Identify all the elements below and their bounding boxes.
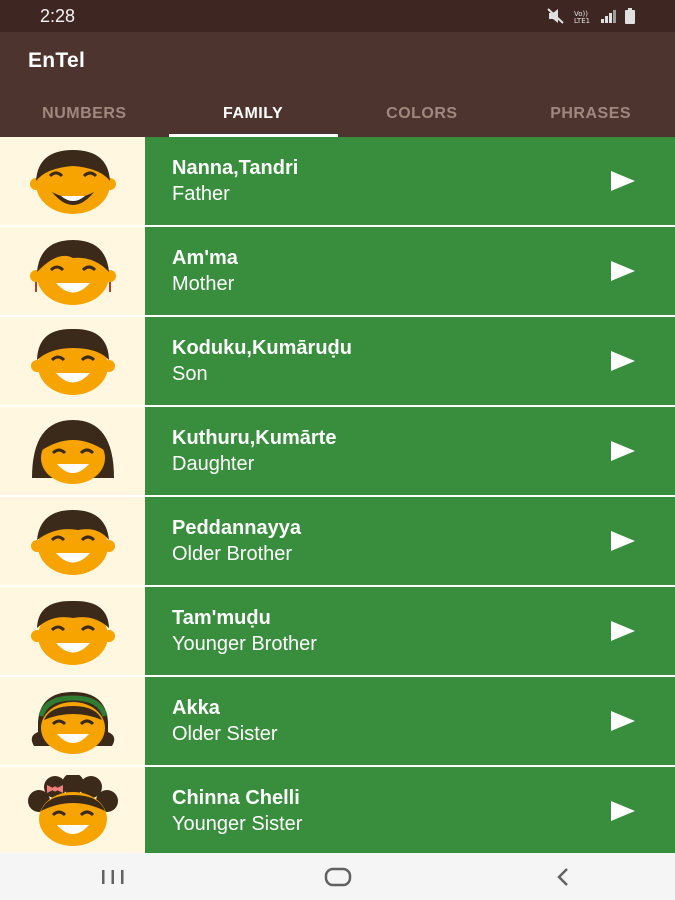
play-icon[interactable] bbox=[611, 531, 635, 551]
telugu-word: Tam'muḍu bbox=[172, 607, 271, 629]
tab-bar: NUMBERS FAMILY COLORS PHRASES bbox=[0, 90, 675, 137]
list-item[interactable]: Peddannayya Older Brother bbox=[0, 497, 675, 585]
row-image bbox=[0, 767, 145, 855]
row-image bbox=[0, 677, 145, 765]
tab-numbers[interactable]: NUMBERS bbox=[0, 90, 169, 137]
list-item[interactable]: Nanna,Tandri Father bbox=[0, 137, 675, 225]
row-image bbox=[0, 407, 145, 495]
english-translation: Son bbox=[172, 363, 208, 385]
telugu-word: Chinna Chelli bbox=[172, 787, 300, 809]
recent-apps-icon bbox=[101, 869, 123, 884]
row-image bbox=[0, 587, 145, 675]
telugu-word: Akka bbox=[172, 697, 220, 719]
row-image bbox=[0, 317, 145, 405]
telugu-word: Nanna,Tandri bbox=[172, 157, 299, 179]
app-bar: EnTel bbox=[0, 32, 675, 90]
row-text: Nanna,Tandri Father bbox=[145, 137, 675, 225]
app-title: EnTel bbox=[28, 49, 86, 72]
status-icons: Vo)) LTE1 bbox=[547, 8, 635, 24]
volte-icon: Vo)) LTE1 bbox=[574, 10, 590, 24]
row-text: Koduku,Kumāruḍu Son bbox=[145, 317, 675, 405]
row-image bbox=[0, 227, 145, 315]
list-item[interactable]: Kuthuru,Kumārte Daughter bbox=[0, 407, 675, 495]
list-item[interactable]: Tam'muḍu Younger Brother bbox=[0, 587, 675, 675]
status-time: 2:28 bbox=[40, 5, 76, 26]
daughter-icon bbox=[31, 420, 114, 484]
mother-icon bbox=[29, 240, 116, 305]
telugu-word: Peddannayya bbox=[172, 517, 301, 539]
row-text: Am'ma Mother bbox=[145, 227, 675, 315]
telugu-word: Am'ma bbox=[172, 247, 238, 269]
row-image bbox=[0, 137, 145, 225]
older-brother-icon bbox=[30, 510, 115, 575]
english-translation: Older Sister bbox=[172, 723, 278, 745]
tab-family[interactable]: FAMILY bbox=[168, 90, 338, 137]
english-translation: Younger Sister bbox=[172, 813, 303, 835]
younger-sister-icon bbox=[27, 775, 118, 846]
play-icon[interactable] bbox=[611, 801, 635, 821]
list-item[interactable]: Chinna Chelli Younger Sister bbox=[0, 767, 675, 855]
row-text: Kuthuru,Kumārte Daughter bbox=[145, 407, 675, 495]
father-icon bbox=[29, 150, 116, 214]
son-icon bbox=[30, 328, 115, 395]
row-text: Akka Older Sister bbox=[145, 677, 675, 765]
tab-phrases[interactable]: PHRASES bbox=[506, 90, 675, 137]
recent-apps-button[interactable] bbox=[0, 853, 225, 900]
english-translation: Mother bbox=[172, 273, 235, 295]
play-icon[interactable] bbox=[611, 711, 635, 731]
battery-icon bbox=[625, 8, 635, 24]
older-sister-icon bbox=[31, 692, 114, 754]
list-item[interactable]: Akka Older Sister bbox=[0, 677, 675, 765]
family-list: Nanna,Tandri Father Am'ma Mother Koduku,… bbox=[0, 137, 675, 855]
play-icon[interactable] bbox=[611, 441, 635, 461]
svg-text:LTE1: LTE1 bbox=[574, 17, 590, 24]
tab-colors[interactable]: COLORS bbox=[338, 90, 507, 137]
younger-brother-icon bbox=[30, 600, 115, 665]
system-nav-bar bbox=[0, 853, 675, 900]
english-translation: Daughter bbox=[172, 453, 255, 475]
telugu-word: Kuthuru,Kumārte bbox=[172, 427, 337, 449]
row-text: Chinna Chelli Younger Sister bbox=[145, 767, 675, 855]
row-text: Peddannayya Older Brother bbox=[145, 497, 675, 585]
english-translation: Older Brother bbox=[172, 543, 293, 565]
list-item[interactable]: Koduku,Kumāruḍu Son bbox=[0, 317, 675, 405]
row-image bbox=[0, 497, 145, 585]
telugu-word: Koduku,Kumāruḍu bbox=[172, 337, 352, 359]
back-button[interactable] bbox=[450, 853, 675, 900]
play-icon[interactable] bbox=[611, 351, 635, 371]
signal-icon bbox=[601, 10, 616, 23]
back-icon bbox=[556, 867, 568, 886]
english-translation: Father bbox=[172, 183, 230, 205]
status-bar: 2:28 Vo)) LTE1 bbox=[0, 0, 675, 32]
home-button[interactable] bbox=[225, 853, 450, 900]
english-translation: Younger Brother bbox=[172, 633, 317, 655]
play-icon[interactable] bbox=[611, 261, 635, 281]
mute-icon bbox=[547, 8, 564, 24]
list-item[interactable]: Am'ma Mother bbox=[0, 227, 675, 315]
row-text: Tam'muḍu Younger Brother bbox=[145, 587, 675, 675]
home-icon bbox=[324, 867, 351, 886]
play-icon[interactable] bbox=[611, 171, 635, 191]
play-icon[interactable] bbox=[611, 621, 635, 641]
